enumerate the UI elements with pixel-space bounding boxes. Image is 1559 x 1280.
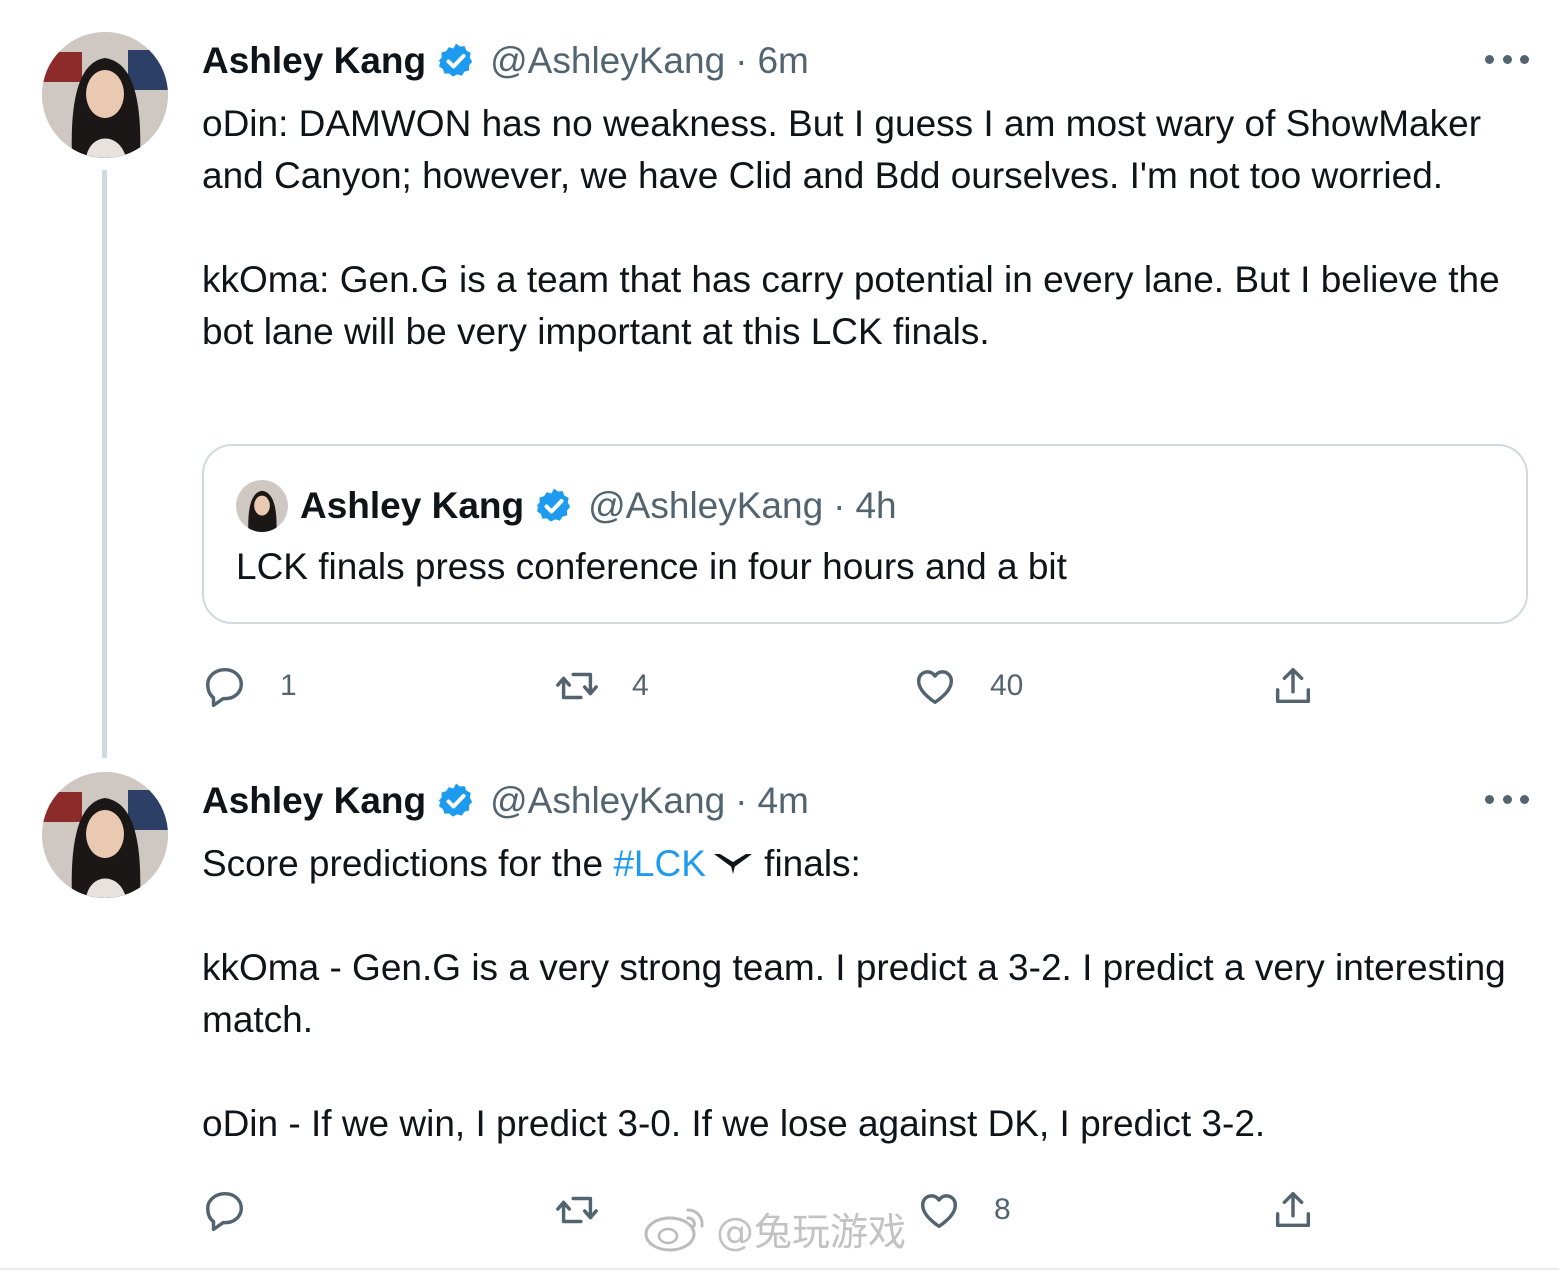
tweet-first-line: Score predictions for the #LCK finals: xyxy=(202,838,1522,890)
share-icon xyxy=(1275,667,1311,704)
author-handle[interactable]: @AshleyKang xyxy=(490,40,725,82)
quoted-header: Ashley Kang @AshleyKang · 4h xyxy=(300,480,897,532)
reply-icon xyxy=(206,667,244,708)
more-icon[interactable] xyxy=(1485,784,1529,814)
reply-count: 1 xyxy=(280,669,297,702)
reply-icon xyxy=(206,1191,244,1232)
like-count: 40 xyxy=(990,669,1024,702)
quoted-text: LCK finals press conference in four hour… xyxy=(236,546,1067,587)
tweet-paragraph: oDin - If we win, I predict 3-0. If we l… xyxy=(202,1103,1266,1144)
verified-badge-icon xyxy=(536,488,571,522)
avatar[interactable] xyxy=(42,772,168,898)
like-button[interactable]: 8 xyxy=(916,1180,1011,1240)
quoted-avatar xyxy=(236,480,288,532)
avatar-photo xyxy=(42,32,168,158)
tweet-header: Ashley Kang @AshleyKang · 6m xyxy=(202,36,809,86)
tweet-timestamp[interactable]: 6m xyxy=(757,40,808,82)
hashtag-link[interactable]: #LCK xyxy=(613,843,706,884)
header-separator: · xyxy=(735,780,748,821)
author-handle[interactable]: @AshleyKang xyxy=(490,780,725,822)
tweet[interactable]: Ashley Kang @AshleyKang · 6m oDin: DAMWO… xyxy=(0,0,1559,760)
lck-emblem-icon xyxy=(713,854,752,874)
verified-badge-icon xyxy=(438,783,473,817)
tweet-paragraph: kkOma: Gen.G is a team that has carry po… xyxy=(202,259,1500,352)
tweet-paragraph: oDin: DAMWON has no weakness. But I gues… xyxy=(202,103,1482,196)
quoted-tweet[interactable]: Ashley Kang @AshleyKang · 4h LCK finals … xyxy=(202,444,1528,624)
reply-button[interactable] xyxy=(202,1180,280,1240)
retweet-button[interactable]: 4 xyxy=(554,656,649,716)
share-icon xyxy=(1275,1191,1311,1228)
quoted-author-name: Ashley Kang xyxy=(300,485,525,526)
tweet-text-segment: Score predictions for the xyxy=(202,843,614,884)
quoted-timestamp: 4h xyxy=(855,485,897,526)
reply-button[interactable]: 1 xyxy=(202,656,297,716)
retweet-button[interactable] xyxy=(554,1180,632,1240)
tweet-paragraph: kkOma - Gen.G is a very strong team. I p… xyxy=(202,947,1506,1040)
tweet-timestamp[interactable]: 4m xyxy=(757,780,808,822)
avatar[interactable] xyxy=(42,32,168,158)
author-name[interactable]: Ashley Kang xyxy=(202,40,426,82)
header-separator: · xyxy=(735,40,748,81)
divider xyxy=(0,1268,1559,1270)
retweet-icon xyxy=(556,1196,598,1224)
tweet[interactable]: Ashley Kang @AshleyKang · 4m Score predi… xyxy=(0,760,1559,1270)
retweet-icon xyxy=(556,672,598,700)
verified-badge-icon xyxy=(438,43,473,77)
tweet-text-segment: finals: xyxy=(753,843,861,884)
like-button[interactable]: 40 xyxy=(912,656,1023,716)
action-bar: 1 4 40 xyxy=(202,656,1332,716)
like-count: 8 xyxy=(994,1193,1011,1226)
more-icon[interactable] xyxy=(1485,44,1529,74)
author-name[interactable]: Ashley Kang xyxy=(202,780,426,822)
retweet-count: 4 xyxy=(632,669,649,702)
tweet-header: Ashley Kang @AshleyKang · 4m xyxy=(202,776,809,826)
like-icon xyxy=(920,1194,958,1229)
share-button[interactable] xyxy=(1270,656,1316,716)
share-button[interactable] xyxy=(1270,1180,1316,1240)
quoted-separator: · xyxy=(833,485,846,526)
avatar-photo xyxy=(42,772,168,898)
like-icon xyxy=(916,670,954,705)
tweet-text: Score predictions for the #LCK finals: k… xyxy=(202,838,1522,1150)
quoted-author-handle: @AshleyKang xyxy=(588,485,824,526)
tweet-text: oDin: DAMWON has no weakness. But I gues… xyxy=(202,98,1522,358)
action-bar: 8 xyxy=(202,1180,1332,1240)
thread-line xyxy=(102,170,107,758)
